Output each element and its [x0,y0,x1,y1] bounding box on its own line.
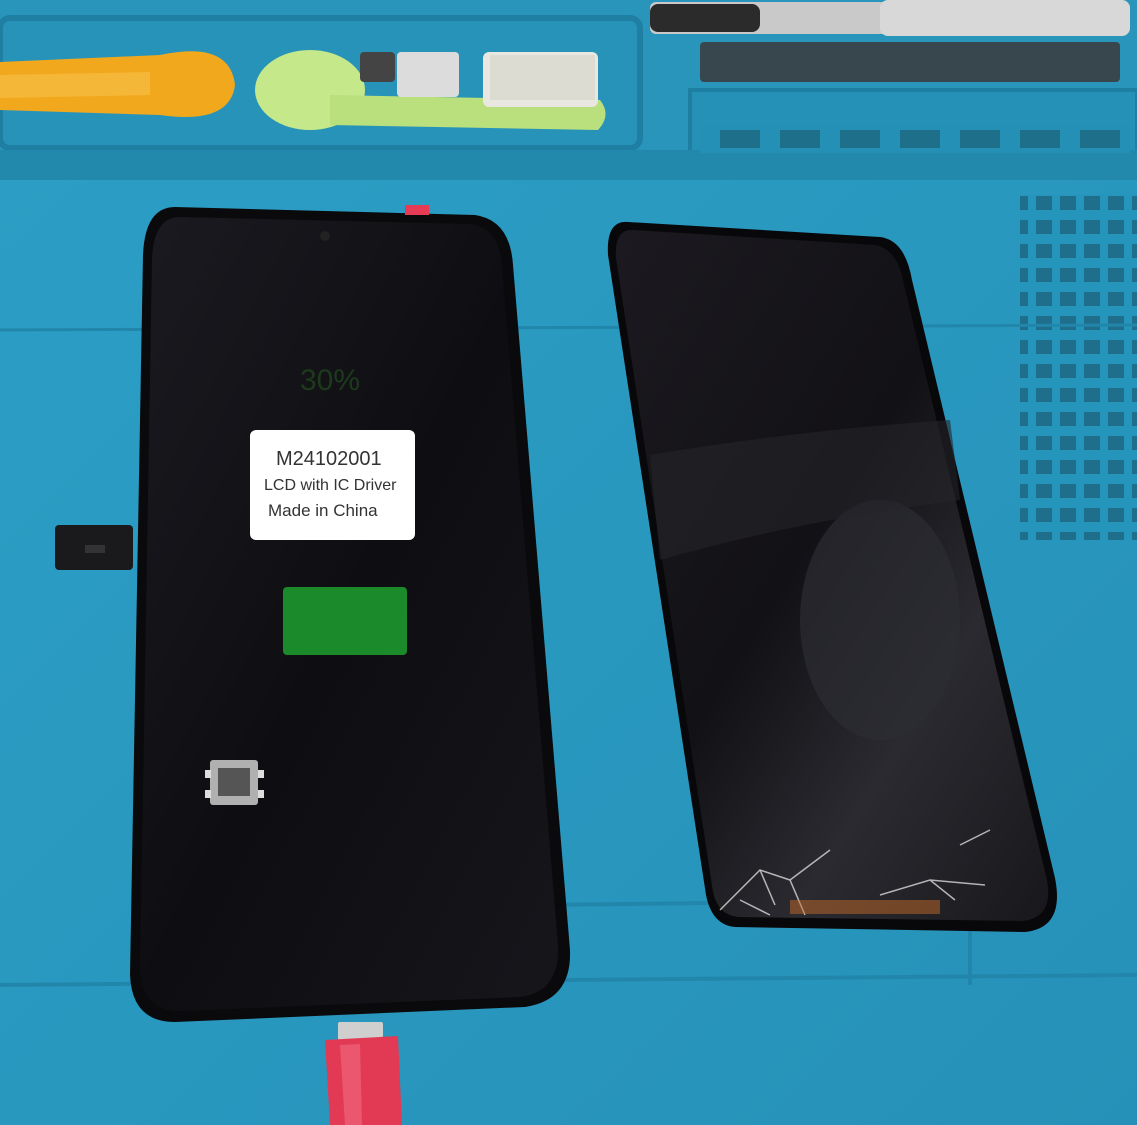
label-line-type: LCD with IC Driver [264,477,397,494]
photo-scene: 30% M24102001 LCD with IC Driver Made in… [0,0,1137,1125]
yellow-spudger [0,51,235,117]
label-line-model: M24102001 [276,448,382,470]
new-screen-assembly: 30% [130,205,571,1022]
charge-percent-text: 30% [300,364,360,397]
connector-part [55,525,133,570]
tray-slots [700,125,1130,153]
label-line-origin: Made in China [268,501,378,520]
usb-port-part [205,760,264,805]
green-brush [255,50,606,130]
photo-illustration: 30% [0,0,1137,1125]
mat-grid [1020,195,1137,540]
charge-indicator [283,587,407,655]
